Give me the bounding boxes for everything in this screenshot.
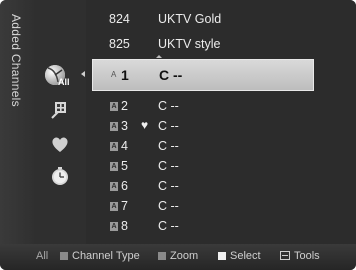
channel-number: 8 [121, 219, 128, 233]
added-channel-icon [51, 102, 66, 119]
tools-button[interactable]: Tools [280, 250, 320, 262]
channel-name: C -- [158, 139, 179, 153]
category-column: All [34, 0, 86, 244]
channel-type-button[interactable]: Channel Type [60, 250, 140, 262]
select-label: Select [230, 250, 261, 262]
list-item[interactable]: A 3 ♥ C -- [86, 116, 348, 138]
channel-name: C -- [158, 119, 179, 133]
category-selection-arrow [81, 71, 85, 77]
tools-label: Tools [294, 250, 320, 262]
title-strip: Added Channels [0, 0, 34, 244]
list-item[interactable]: A 8 C -- [86, 216, 348, 238]
category-added[interactable] [48, 98, 72, 122]
channel-name: UKTV style [158, 37, 221, 51]
channel-list-window: Added Channels All 824 UKTV Gold 825 UKT… [0, 0, 356, 270]
channel-prefix: A [110, 222, 118, 231]
channel-number: 1 [121, 67, 129, 83]
category-timer[interactable] [48, 164, 72, 188]
category-all-label: All [58, 77, 70, 87]
list-item[interactable]: A 6 C -- [86, 176, 348, 198]
channel-name: C -- [158, 99, 179, 113]
scroll-up-arrow-icon [156, 55, 162, 58]
page-title: Added Channels [9, 14, 23, 107]
channel-prefix: A [111, 70, 117, 79]
channel-prefix: A [110, 162, 118, 171]
favorite-heart-icon: ♥ [141, 118, 149, 132]
zoom-label: Zoom [170, 250, 199, 262]
clock-icon [52, 167, 68, 185]
channel-list: 824 UKTV Gold 825 UKTV style A 1 C -- A … [86, 0, 356, 244]
channel-name: C -- [159, 67, 183, 83]
channel-prefix: A [110, 182, 118, 191]
channel-name: C -- [158, 199, 179, 213]
list-item[interactable]: 825 UKTV style [86, 34, 348, 56]
channel-number: 4 [121, 139, 128, 153]
channel-prefix: A [110, 102, 118, 111]
gray-key-icon [158, 252, 166, 260]
gray-key-icon [60, 252, 68, 260]
list-item[interactable]: A 2 C -- [86, 96, 348, 118]
list-item-selected[interactable]: A 1 C -- [92, 59, 314, 91]
all-label: All [36, 250, 49, 262]
category-all[interactable]: All [42, 62, 72, 92]
channel-name: C -- [158, 159, 179, 173]
select-button[interactable]: Select [218, 250, 261, 262]
list-item[interactable]: 824 UKTV Gold [86, 9, 348, 31]
channel-name: UKTV Gold [158, 12, 222, 26]
channel-number: 824 [109, 12, 130, 26]
channel-number: 7 [121, 199, 128, 213]
channel-prefix: A [110, 122, 118, 131]
category-favorites[interactable] [48, 132, 72, 156]
list-item[interactable]: A 5 C -- [86, 156, 348, 178]
channel-number: 2 [121, 99, 128, 113]
channel-name: C -- [158, 219, 179, 233]
channel-prefix: A [110, 142, 118, 151]
bottom-bar: All Channel Type Zoom Select Tools [0, 244, 356, 270]
tools-icon [280, 251, 290, 260]
channel-name: C -- [158, 179, 179, 193]
channel-number: 3 [121, 119, 128, 133]
zoom-button[interactable]: Zoom [158, 250, 198, 262]
channel-type-label: Channel Type [72, 250, 140, 262]
enter-key-icon [218, 252, 226, 260]
list-item[interactable]: A 4 C -- [86, 136, 348, 158]
heart-icon [52, 137, 68, 152]
channel-number: 825 [109, 37, 130, 51]
channel-number: 5 [121, 159, 128, 173]
channel-number: 6 [121, 179, 128, 193]
channel-prefix: A [110, 202, 118, 211]
list-item[interactable]: A 7 C -- [86, 196, 348, 218]
